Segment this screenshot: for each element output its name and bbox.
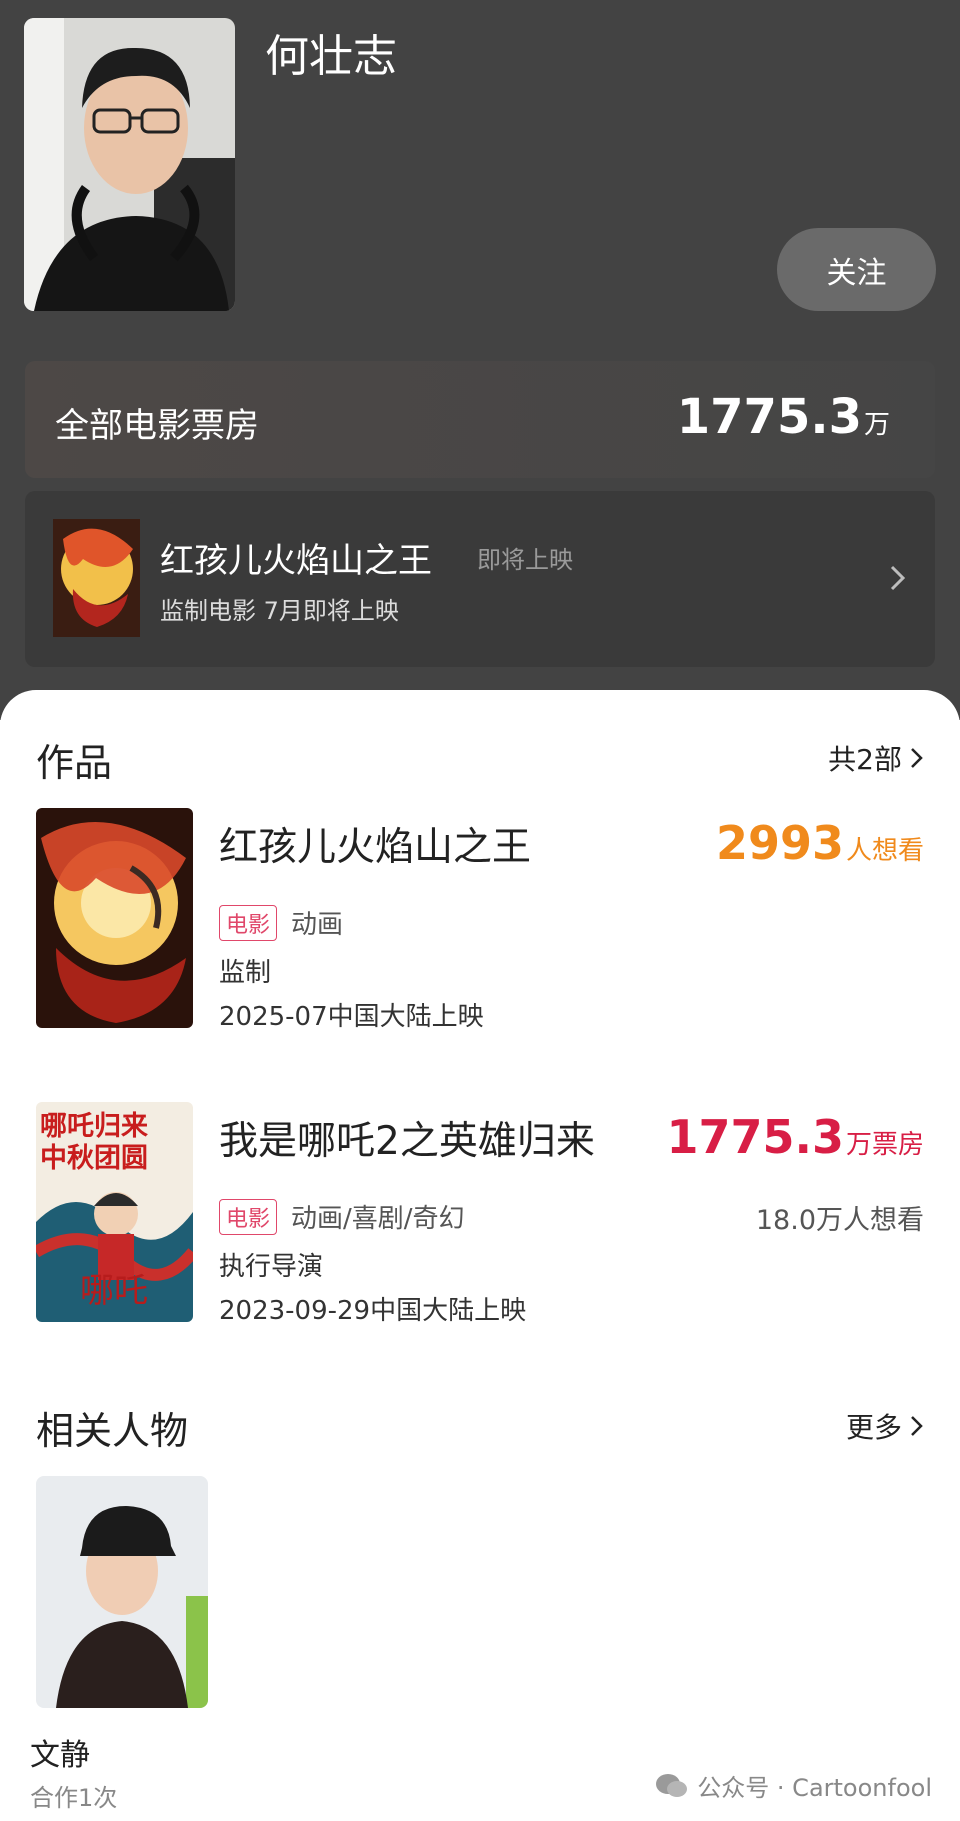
watermark: 公众号 · Cartoonfool — [655, 1768, 932, 1803]
work-role: 执行导演 — [219, 1252, 324, 1282]
related-more-link[interactable]: 更多 — [846, 1406, 924, 1446]
work-tags: 电影 动画 — [219, 904, 343, 941]
related-more-label: 更多 — [845, 1411, 902, 1444]
work-genre: 动画/喜剧/奇幻 — [291, 1204, 465, 1234]
works-count-link[interactable]: 共2部 — [828, 738, 924, 778]
work-role: 监制 — [219, 958, 272, 988]
profile-header: 何壮志 关注 全部电影票房 1775.3 万 红孩儿火焰山之王 即将上映 监制电… — [0, 0, 960, 720]
total-boxoffice-label: 全部电影票房 — [55, 406, 259, 446]
related-person-photo[interactable] — [36, 1476, 208, 1708]
movie-tag: 电影 — [219, 1198, 278, 1235]
follow-button[interactable]: 关注 — [777, 228, 936, 311]
work-boxoffice: 1775.3 万票房 — [666, 1110, 924, 1164]
chevron-right-icon — [911, 1416, 923, 1436]
works-section-title: 作品 — [36, 741, 113, 785]
chevron-right-icon — [911, 748, 923, 768]
total-boxoffice-unit: 万 — [863, 410, 890, 440]
work-tags: 电影 动画/喜剧/奇幻 — [219, 1198, 465, 1235]
work-poster: 哪吒 哪吒归来 中秋团圆 — [36, 1102, 193, 1322]
work-metric-unit: 人想看 — [845, 836, 924, 866]
related-person-name[interactable]: 文静 — [30, 1730, 90, 1774]
work-release-date: 2025-07中国大陆上映 — [219, 1002, 484, 1032]
work-want-count: 18.0万人想看 — [755, 1205, 924, 1236]
work-metric-number: 1775.3 — [666, 1110, 844, 1164]
work-metric-unit: 万票房 — [845, 1130, 924, 1160]
movie-tag: 电影 — [219, 904, 278, 941]
work-want-count: 2993 人想看 — [716, 816, 924, 870]
related-person-collab-count: 合作1次 — [30, 1784, 118, 1812]
work-title: 红孩儿火焰山之王 — [219, 825, 532, 870]
work-title: 我是哪吒2之英雄归来 — [219, 1119, 595, 1164]
work-genre: 动画 — [291, 910, 344, 940]
related-people-title: 相关人物 — [36, 1409, 189, 1453]
upcoming-title: 红孩儿火焰山之王 — [160, 541, 432, 581]
avatar — [24, 18, 235, 311]
upcoming-poster — [53, 519, 140, 637]
upcoming-movie-card[interactable]: 红孩儿火焰山之王 即将上映 监制电影 7月即将上映 — [25, 491, 935, 667]
watermark-text: 公众号 · Cartoonfool — [697, 1774, 932, 1802]
work-release-date: 2023-09-29中国大陆上映 — [219, 1296, 527, 1326]
poster-caption: 中秋团圆 — [40, 1143, 148, 1174]
work-metric-number: 2993 — [715, 816, 844, 870]
person-name: 何壮志 — [265, 31, 397, 82]
chevron-right-icon — [890, 565, 906, 591]
work-item[interactable]: 红孩儿火焰山之王 2993 人想看 电影 动画 监制 2025-07中国大陆上映 — [0, 808, 960, 1038]
wechat-icon — [656, 1773, 688, 1797]
upcoming-status: 即将上映 — [477, 546, 573, 574]
svg-text:哪吒: 哪吒 — [80, 1272, 148, 1310]
work-item[interactable]: 哪吒 哪吒归来 中秋团圆 我是哪吒2之英雄归来 1775.3 万票房 电影 动画… — [0, 1102, 960, 1332]
work-poster — [36, 808, 193, 1028]
total-boxoffice-number: 1775.3 — [676, 389, 862, 445]
works-count-label: 共2部 — [828, 743, 902, 776]
total-boxoffice-value: 1775.3 万 — [677, 389, 890, 445]
total-boxoffice-card: 全部电影票房 1775.3 万 — [25, 361, 935, 478]
upcoming-subtitle: 监制电影 7月即将上映 — [160, 597, 399, 625]
